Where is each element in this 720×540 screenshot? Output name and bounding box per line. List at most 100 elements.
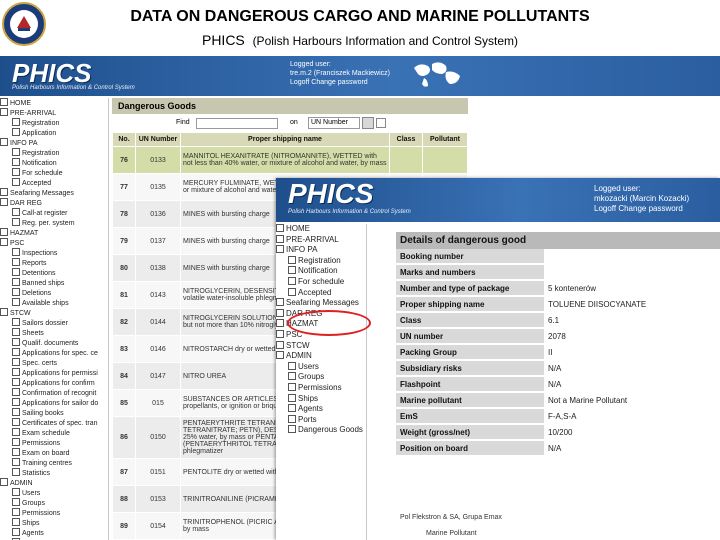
bg-sidebar-item[interactable]: For schedule — [0, 168, 108, 178]
bg-sidebar-item[interactable]: Applications for spec. ce — [0, 348, 108, 358]
bg-sidebar-item[interactable]: Sailing books — [0, 408, 108, 418]
bg-sidebar-item-label: Registration — [22, 150, 60, 157]
bg-sidebar-item[interactable]: HOME — [0, 98, 108, 108]
details-field-value — [544, 264, 720, 281]
overlay-logged-user: mkozacki (Marcin Kozacki) — [594, 194, 690, 203]
bg-un-select[interactable]: UN Number — [308, 117, 360, 129]
bg-sidebar-item[interactable]: Inspections — [0, 248, 108, 258]
bullet-icon — [288, 425, 296, 434]
overlay-sidebar-item[interactable]: Registration — [276, 255, 366, 267]
overlay-sidebar-item[interactable]: Permissions — [276, 382, 366, 394]
bg-sidebar-item-label: Deletions — [22, 290, 52, 297]
details-row: Packing Group II — [396, 344, 720, 361]
cell-no: 76 — [112, 146, 136, 174]
overlay-sidebar-item[interactable]: Ships — [276, 393, 366, 405]
bg-sidebar-item[interactable]: Deletions — [0, 288, 108, 298]
bg-find-input[interactable] — [196, 118, 278, 129]
bg-sidebar-item[interactable]: Reg. per. system — [0, 218, 108, 228]
overlay-sidebar-item[interactable]: Ports — [276, 414, 366, 426]
bg-sidebar-item[interactable]: Applications for sailor do — [0, 398, 108, 408]
overlay-sidebar-item[interactable]: PRE-ARRIVAL — [276, 234, 366, 246]
overlay-sidebar-item[interactable]: Dangerous Goods — [276, 425, 366, 436]
bg-sidebar-item[interactable]: Sailors dossier — [0, 318, 108, 328]
bg-sidebar-item[interactable]: HAZMAT — [0, 228, 108, 238]
bg-sidebar-item[interactable]: Qualif. documents — [0, 338, 108, 348]
overlay-logoff-link[interactable]: Logoff Change password — [594, 204, 689, 214]
overlay-sidebar-item[interactable]: ADMIN — [276, 351, 366, 362]
bg-sidebar-item[interactable]: Available ships — [0, 298, 108, 308]
bg-sidebar-item[interactable]: INFO PA — [0, 138, 108, 148]
details-field-value: 2078 — [544, 328, 720, 345]
overlay-sidebar-item-label: Permissions — [298, 382, 342, 392]
bullet-icon — [12, 278, 20, 286]
cell-pollutant — [422, 146, 468, 174]
bg-sidebar-item[interactable]: Permissions — [0, 508, 108, 518]
bg-sidebar-item[interactable]: Spec. certs — [0, 358, 108, 368]
bg-sidebar-item[interactable]: Call-at register — [0, 208, 108, 218]
bg-search-button[interactable] — [362, 117, 374, 129]
bg-sidebar-item[interactable]: Applications for confirm — [0, 378, 108, 388]
bg-sidebar-item-label: For schedule — [22, 170, 63, 177]
bg-sidebar-item[interactable]: Banned ships — [0, 278, 108, 288]
bg-sidebar-item[interactable]: Registration — [0, 148, 108, 158]
bg-filter-checkbox[interactable] — [376, 118, 386, 128]
overlay-sidebar-item[interactable]: HOME — [276, 224, 366, 235]
bullet-icon — [12, 128, 20, 136]
bg-sidebar-item[interactable]: Training centres — [0, 458, 108, 468]
bg-sidebar-item[interactable]: Ships — [0, 518, 108, 528]
col-header-un: UN Number — [135, 132, 181, 147]
overlay-sidebar-item[interactable]: Agents — [276, 404, 366, 415]
bg-sidebar-item[interactable]: Application — [0, 128, 108, 138]
bg-sidebar-item[interactable]: Exam on board — [0, 448, 108, 458]
bg-sidebar-item-label: Certificates of spec. tran — [22, 420, 98, 427]
bg-sidebar-item-label: Permissions — [22, 510, 61, 517]
cell-un: 0154 — [135, 512, 181, 540]
bullet-icon — [12, 488, 20, 496]
overlay-sidebar-item[interactable]: Users — [276, 361, 366, 373]
bg-sidebar-item[interactable]: Notification — [0, 158, 108, 168]
bg-sidebar-item[interactable]: Groups — [0, 498, 108, 508]
bg-sidebar-item[interactable]: Seafaring Messages — [0, 188, 108, 198]
bg-sidebar-item-label: Available ships — [22, 300, 69, 307]
bg-sidebar-item[interactable]: Registration — [0, 118, 108, 128]
bg-sidebar-item[interactable]: Reports — [0, 258, 108, 268]
overlay-sidebar-item[interactable]: Accepted — [276, 287, 366, 299]
overlay-sidebar-item[interactable]: Seafaring Messages — [276, 298, 366, 309]
bg-sidebar-item[interactable]: Detentions — [0, 268, 108, 278]
bullet-icon — [12, 428, 20, 436]
bullet-icon — [12, 508, 20, 516]
overlay-sidebar-item-label: Groups — [298, 372, 325, 382]
overlay-sidebar-item[interactable]: INFO PA — [276, 245, 366, 256]
bullet-icon — [12, 148, 20, 156]
bg-sidebar-item[interactable]: STCW — [0, 308, 108, 318]
details-field-value: F-A,S-A — [544, 408, 720, 425]
table-row[interactable]: 76 0133 MANNITOL HEXANITRATE (NITROMANNITE… — [112, 146, 468, 174]
bg-sidebar-item[interactable]: PSC — [0, 238, 108, 248]
bg-sidebar-item-label: Reports — [22, 260, 47, 267]
bg-sidebar-item[interactable]: Statistics — [0, 468, 108, 478]
overlay-sidebar-item[interactable]: Notification — [276, 266, 366, 277]
slide-subtitle: PHICS (Polish Harbours Information and C… — [0, 32, 720, 48]
bg-sidebar-item[interactable]: Users — [0, 488, 108, 498]
bg-sidebar-item[interactable]: Certificates of spec. tran — [0, 418, 108, 428]
bg-sidebar-item[interactable]: Exam schedule — [0, 428, 108, 438]
overlay-sidebar-item[interactable]: For schedule — [276, 276, 366, 288]
bg-sidebar-item[interactable]: Sheets — [0, 328, 108, 338]
expand-icon — [276, 329, 284, 338]
bg-sidebar-item[interactable]: Permissions — [0, 438, 108, 448]
bg-sidebar-item[interactable]: Accepted — [0, 178, 108, 188]
bg-sidebar-item[interactable]: PRE-ARRIVAL — [0, 108, 108, 118]
bg-sidebar-item[interactable]: Agents — [0, 528, 108, 538]
bg-sidebar-item[interactable]: Applications for permissi — [0, 368, 108, 378]
cell-un: 0144 — [135, 308, 181, 336]
world-map-icon — [414, 62, 460, 87]
bg-sidebar-item[interactable]: Confirmation of recognit — [0, 388, 108, 398]
bg-sidebar-item[interactable]: ADMIN — [0, 478, 108, 488]
bg-sidebar-item[interactable]: DAR REG — [0, 198, 108, 208]
expand-icon — [0, 198, 8, 206]
details-field-label: Flashpoint — [396, 376, 544, 393]
cell-name: MANNITOL HEXANITRATE (NITROMANNITE), WET… — [180, 146, 390, 174]
overlay-sidebar-item[interactable]: STCW — [276, 340, 366, 352]
bg-logoff-link[interactable]: Logoff Change password — [290, 78, 390, 87]
overlay-sidebar-item[interactable]: Groups — [276, 372, 366, 383]
